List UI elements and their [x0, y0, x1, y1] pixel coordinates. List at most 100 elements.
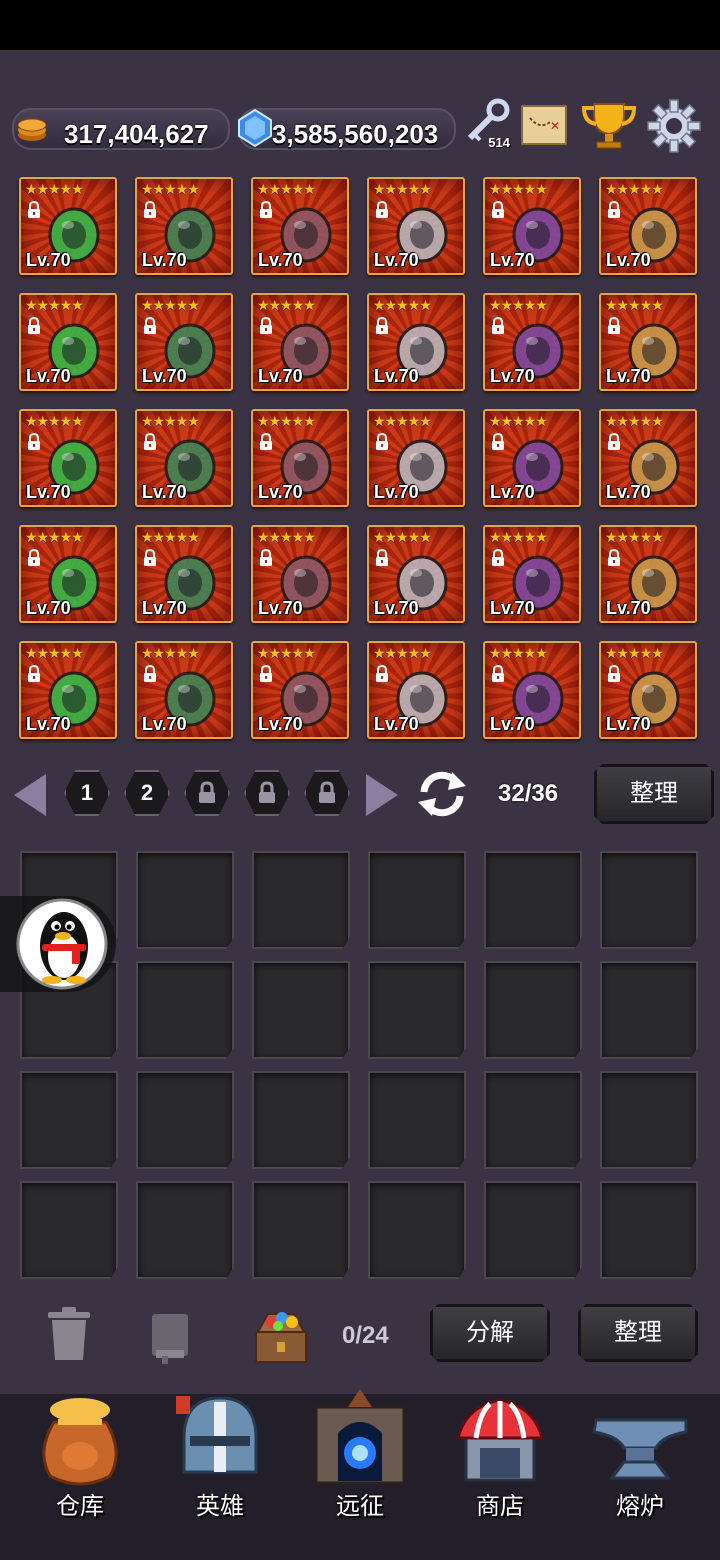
equipment-slot[interactable]: ★★★★★ Lv.70	[19, 525, 117, 623]
nav-heroes[interactable]: 英雄	[148, 1394, 292, 1560]
nav-heroes-label: 英雄	[196, 1493, 244, 1520]
locked-page-button[interactable]	[302, 768, 352, 818]
equipment-slot[interactable]: ★★★★★ Lv.70	[251, 293, 349, 391]
item-level: Lv.70	[374, 250, 419, 270]
nav-shop[interactable]: 商店	[428, 1394, 572, 1560]
trash-icon[interactable]	[44, 1306, 94, 1362]
page-2-button[interactable]: 2	[122, 768, 172, 818]
equipment-slot[interactable]: ★★★★★ Lv.70	[19, 409, 117, 507]
star-rating: ★★★★★	[605, 413, 664, 429]
equipment-slot[interactable]: ★★★★★ Lv.70	[599, 177, 697, 275]
empty-bag-slot[interactable]	[20, 1071, 118, 1169]
equipment-slot[interactable]: ★★★★★ Lv.70	[135, 293, 233, 391]
equipment-slot[interactable]: ★★★★★ Lv.70	[19, 641, 117, 739]
nav-warehouse[interactable]: 仓库	[8, 1394, 152, 1560]
equipment-slot[interactable]: ★★★★★ Lv.70	[251, 525, 349, 623]
key-icon[interactable]: 514	[462, 98, 512, 150]
item-level: Lv.70	[26, 598, 71, 618]
equipment-slot[interactable]: ★★★★★ Lv.70	[599, 525, 697, 623]
empty-bag-slot[interactable]	[136, 1181, 234, 1279]
empty-bag-slot[interactable]	[136, 1071, 234, 1169]
empty-bag-slot[interactable]	[136, 851, 234, 949]
empty-bag-slot[interactable]	[368, 961, 466, 1059]
empty-bag-slot[interactable]	[484, 961, 582, 1059]
nav-forge-label: 熔炉	[616, 1493, 664, 1520]
star-rating: ★★★★★	[25, 529, 84, 545]
empty-bag-slot[interactable]	[600, 1071, 698, 1169]
empty-bag-slot[interactable]	[600, 1181, 698, 1279]
gem-counter[interactable]: 3,585,560,203	[238, 108, 456, 150]
empty-bag-slot[interactable]	[136, 961, 234, 1059]
equipment-slot[interactable]: ★★★★★ Lv.70	[367, 409, 465, 507]
empty-bag-slot[interactable]	[484, 851, 582, 949]
floating-assistant-button[interactable]	[0, 896, 116, 992]
gold-counter[interactable]: 317,404,627	[12, 108, 230, 150]
sort-equipment-button[interactable]: 整理	[594, 764, 714, 824]
locked-page-button[interactable]	[182, 768, 232, 818]
nav-warehouse-label: 仓库	[56, 1493, 104, 1520]
equipment-slot[interactable]: ★★★★★ Lv.70	[19, 177, 117, 275]
book-icon[interactable]	[148, 1312, 192, 1364]
equipment-slot[interactable]: ★★★★★ Lv.70	[367, 177, 465, 275]
star-rating: ★★★★★	[489, 297, 548, 313]
star-rating: ★★★★★	[489, 413, 548, 429]
empty-bag-slot[interactable]	[368, 851, 466, 949]
star-rating: ★★★★★	[141, 413, 200, 429]
empty-bag-slot[interactable]	[252, 1181, 350, 1279]
empty-bag-slot[interactable]	[252, 1071, 350, 1169]
equipment-slot[interactable]: ★★★★★ Lv.70	[367, 641, 465, 739]
equipment-slot[interactable]: ★★★★★ Lv.70	[135, 525, 233, 623]
prev-page-arrow-icon[interactable]	[10, 772, 50, 818]
locked-page-button[interactable]	[242, 768, 292, 818]
sort-bag-label: 整理	[614, 1319, 662, 1346]
equipment-slot[interactable]: ★★★★★ Lv.70	[483, 177, 581, 275]
sort-equipment-label: 整理	[630, 780, 678, 807]
page-1-button[interactable]: 1	[62, 768, 112, 818]
refresh-icon[interactable]	[414, 770, 470, 818]
equipment-slot[interactable]: ★★★★★ Lv.70	[135, 177, 233, 275]
equipment-slot[interactable]: ★★★★★ Lv.70	[367, 525, 465, 623]
item-level: Lv.70	[258, 482, 303, 502]
equipment-slot[interactable]: ★★★★★ Lv.70	[483, 293, 581, 391]
sort-bag-button[interactable]: 整理	[578, 1304, 698, 1362]
star-rating: ★★★★★	[373, 413, 432, 429]
equipment-slot[interactable]: ★★★★★ Lv.70	[135, 409, 233, 507]
treasure-chest-icon[interactable]	[248, 1304, 314, 1368]
star-rating: ★★★★★	[25, 297, 84, 313]
equipment-slot[interactable]: ★★★★★ Lv.70	[599, 293, 697, 391]
equipment-slot[interactable]: ★★★★★ Lv.70	[483, 641, 581, 739]
empty-bag-slot[interactable]	[368, 1071, 466, 1169]
equipment-slot[interactable]: ★★★★★ Lv.70	[483, 409, 581, 507]
decompose-button[interactable]: 分解	[430, 1304, 550, 1362]
item-level: Lv.70	[490, 598, 535, 618]
star-rating: ★★★★★	[141, 181, 200, 197]
equipment-slot[interactable]: ★★★★★ Lv.70	[483, 525, 581, 623]
trophy-icon[interactable]	[578, 98, 640, 152]
empty-bag-slot[interactable]	[484, 1071, 582, 1169]
equipment-slot[interactable]: ★★★★★ Lv.70	[251, 641, 349, 739]
equipment-slot[interactable]: ★★★★★ Lv.70	[135, 641, 233, 739]
gold-amount: 317,404,627	[64, 119, 209, 149]
empty-bag-slot[interactable]	[600, 851, 698, 949]
empty-bag-slot[interactable]	[20, 1181, 118, 1279]
item-level: Lv.70	[26, 366, 71, 386]
equipment-slot[interactable]: ★★★★★ Lv.70	[251, 177, 349, 275]
equipment-slot[interactable]: ★★★★★ Lv.70	[599, 409, 697, 507]
equipment-slot[interactable]: ★★★★★ Lv.70	[251, 409, 349, 507]
gear-icon[interactable]	[646, 98, 702, 154]
equipment-slot[interactable]: ★★★★★ Lv.70	[367, 293, 465, 391]
capacity-counter: 32/36	[498, 780, 559, 807]
nav-forge[interactable]: 熔炉	[568, 1394, 712, 1560]
empty-bag-slot[interactable]	[484, 1181, 582, 1279]
empty-bag-slot[interactable]	[252, 851, 350, 949]
treasure-map-icon[interactable]: ✕	[516, 100, 572, 150]
equipment-slot[interactable]: ★★★★★ Lv.70	[599, 641, 697, 739]
status-bar	[0, 0, 720, 50]
nav-expedition[interactable]: 远征	[288, 1389, 432, 1560]
empty-bag-slot[interactable]	[252, 961, 350, 1059]
next-page-arrow-icon[interactable]	[362, 772, 402, 818]
empty-bag-slot[interactable]	[600, 961, 698, 1059]
svg-text:✕: ✕	[550, 119, 560, 133]
empty-bag-slot[interactable]	[368, 1181, 466, 1279]
equipment-slot[interactable]: ★★★★★ Lv.70	[19, 293, 117, 391]
